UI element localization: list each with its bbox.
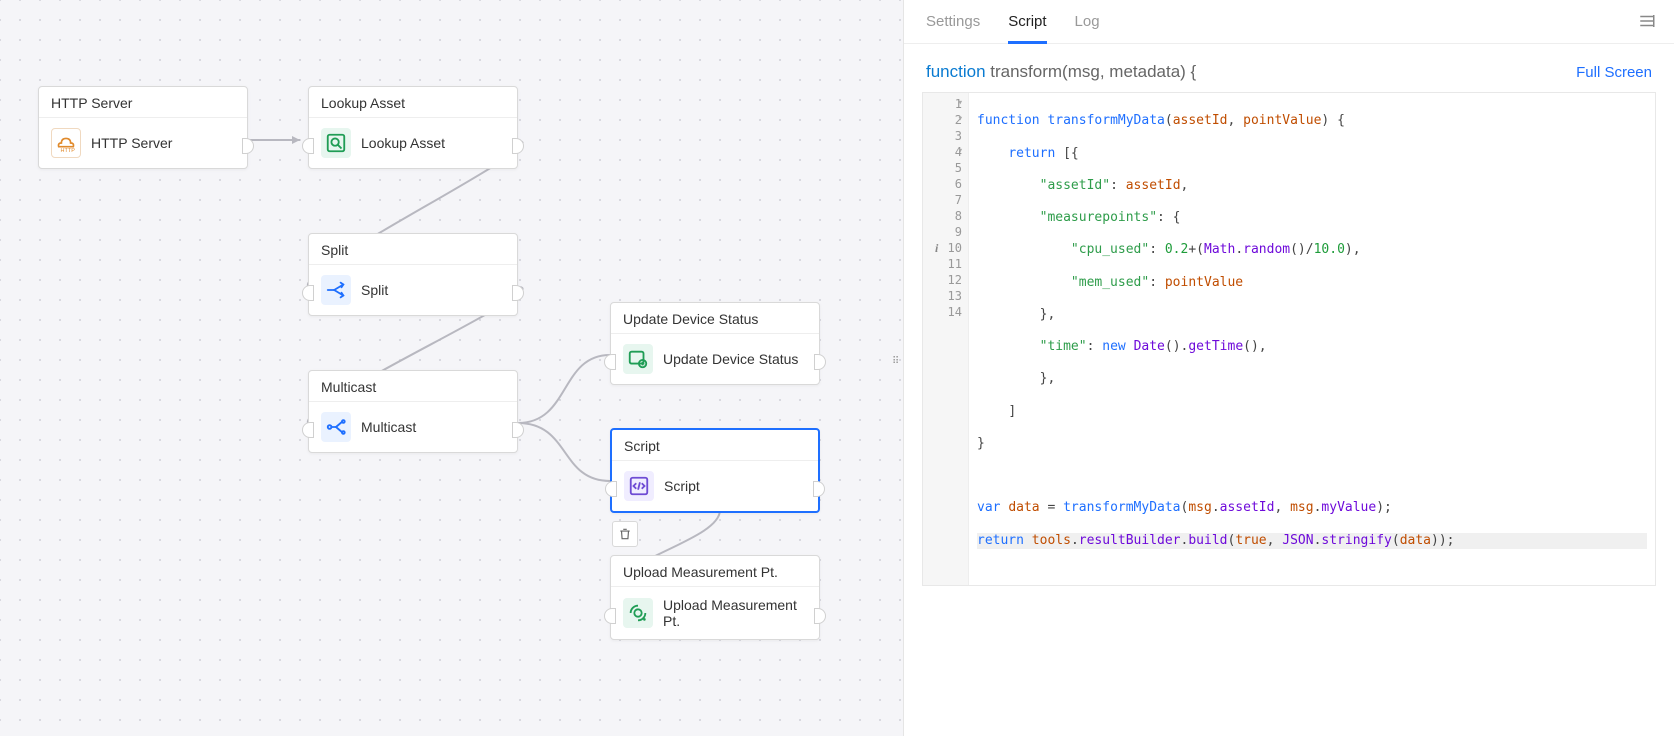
update-status-icon bbox=[623, 344, 653, 374]
flow-canvas[interactable]: HTTP Server HTTP HTTP Server Lookup Asse… bbox=[0, 0, 903, 736]
node-title: Lookup Asset bbox=[309, 87, 517, 118]
tab-log[interactable]: Log bbox=[1075, 0, 1100, 44]
properties-tabs: Settings Script Log bbox=[904, 0, 1674, 44]
node-title: HTTP Server bbox=[39, 87, 247, 118]
input-port[interactable] bbox=[302, 285, 314, 301]
code-editor[interactable]: 1 2 3 4 5 6 7 8 9 10 11 12 13 14 functio… bbox=[922, 92, 1656, 586]
tab-script[interactable]: Script bbox=[1008, 0, 1046, 44]
output-port[interactable] bbox=[512, 138, 524, 154]
output-port[interactable] bbox=[813, 481, 825, 497]
pane-resize-handle[interactable]: ⠿ bbox=[892, 356, 901, 367]
node-title: Script bbox=[612, 430, 818, 461]
node-script[interactable]: Script Script bbox=[610, 428, 820, 513]
node-label: Split bbox=[361, 282, 388, 298]
node-title: Split bbox=[309, 234, 517, 265]
editor-content[interactable]: function transformMyData(assetId, pointV… bbox=[969, 93, 1655, 585]
node-split[interactable]: Split Split bbox=[308, 233, 518, 316]
node-multicast[interactable]: Multicast Multicast bbox=[308, 370, 518, 453]
delete-node-button[interactable] bbox=[612, 521, 638, 547]
node-label: Script bbox=[664, 478, 700, 494]
multicast-icon bbox=[321, 412, 351, 442]
input-port[interactable] bbox=[302, 138, 314, 154]
panel-menu-icon[interactable] bbox=[1638, 12, 1656, 33]
input-port[interactable] bbox=[604, 354, 616, 370]
split-icon bbox=[321, 275, 351, 305]
upload-icon bbox=[623, 598, 653, 628]
node-title: Update Device Status bbox=[611, 303, 819, 334]
node-label: Lookup Asset bbox=[361, 135, 445, 151]
input-port[interactable] bbox=[302, 422, 314, 438]
editor-gutter: 1 2 3 4 5 6 7 8 9 10 11 12 13 14 bbox=[923, 93, 969, 585]
output-port[interactable] bbox=[242, 138, 254, 154]
node-upload-measurement[interactable]: Upload Measurement Pt. Upload Measuremen… bbox=[610, 555, 820, 640]
svg-text:HTTP: HTTP bbox=[61, 148, 76, 154]
input-port[interactable] bbox=[605, 481, 617, 497]
node-http-server[interactable]: HTTP Server HTTP HTTP Server bbox=[38, 86, 248, 169]
script-icon bbox=[624, 471, 654, 501]
output-port[interactable] bbox=[512, 285, 524, 301]
tab-settings[interactable]: Settings bbox=[926, 0, 980, 44]
output-port[interactable] bbox=[814, 354, 826, 370]
lookup-icon bbox=[321, 128, 351, 158]
node-label: HTTP Server bbox=[91, 135, 172, 151]
node-title: Upload Measurement Pt. bbox=[611, 556, 819, 587]
input-port[interactable] bbox=[604, 608, 616, 624]
node-lookup-asset[interactable]: Lookup Asset Lookup Asset bbox=[308, 86, 518, 169]
node-update-device-status[interactable]: Update Device Status Update Device Statu… bbox=[610, 302, 820, 385]
node-title: Multicast bbox=[309, 371, 517, 402]
node-label: Multicast bbox=[361, 419, 416, 435]
http-icon: HTTP bbox=[51, 128, 81, 158]
output-port[interactable] bbox=[512, 422, 524, 438]
output-port[interactable] bbox=[814, 608, 826, 624]
node-label: Update Device Status bbox=[663, 351, 798, 367]
properties-pane: ⠿ Settings Script Log function transform… bbox=[903, 0, 1674, 736]
node-label: Upload Measurement Pt. bbox=[663, 597, 807, 629]
full-screen-link[interactable]: Full Screen bbox=[1576, 64, 1652, 81]
function-signature: function transform(msg, metadata) { Full… bbox=[904, 44, 1674, 92]
